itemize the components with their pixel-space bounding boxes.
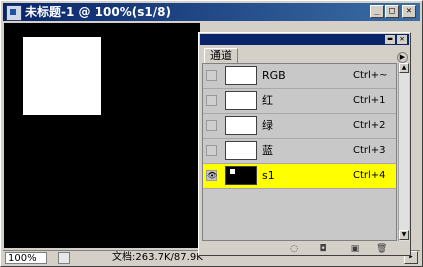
visibility-toggle[interactable] (206, 70, 217, 81)
channel-thumbnail (225, 91, 257, 110)
eye-icon[interactable]: 👁 (206, 170, 217, 181)
visibility-toggle[interactable] (206, 95, 217, 106)
visibility-toggle[interactable] (206, 120, 217, 131)
channel-thumbnail (225, 116, 257, 135)
scroll-up-arrow-icon[interactable]: ▲ (399, 63, 409, 73)
palette-title-bar[interactable]: ▬ ✕ (200, 34, 409, 45)
channel-shortcut: Ctrl+4 (353, 170, 386, 181)
image-canvas[interactable] (4, 23, 200, 248)
zoom-field[interactable]: 100% (5, 252, 47, 264)
status-info-icon[interactable] (58, 252, 70, 264)
channel-name: 绿 (262, 119, 273, 132)
palette-close-button[interactable]: ✕ (397, 35, 407, 44)
channel-list: RGB Ctrl+~ 红 Ctrl+1 绿 Ctrl+2 蓝 Ctrl+3 👁 … (202, 63, 397, 241)
channel-thumbnail (225, 141, 257, 160)
channel-thumbnail (225, 166, 257, 185)
channel-row-green[interactable]: 绿 Ctrl+2 (203, 114, 396, 139)
scroll-down-arrow-icon[interactable]: ▼ (399, 230, 409, 240)
minimize-button[interactable]: _ (370, 5, 384, 18)
app-icon (6, 5, 22, 21)
maximize-button[interactable]: □ (385, 5, 399, 18)
channel-thumbnail (225, 66, 257, 85)
channel-shortcut: Ctrl+1 (353, 95, 386, 106)
palette-menu-arrow-icon[interactable]: ▶ (397, 52, 408, 63)
document-size-info: 文档:263.7K/87.9K (112, 252, 203, 263)
close-button[interactable]: ✕ (402, 5, 416, 18)
channel-name: 红 (262, 94, 273, 107)
channels-palette: ▬ ✕ 通道 ▶ RGB Ctrl+~ 红 Ctrl+1 绿 Ctrl+2 蓝 … (198, 32, 411, 256)
tab-channels[interactable]: 通道 (204, 48, 238, 64)
white-square-shape (23, 37, 101, 115)
channel-row-red[interactable]: 红 Ctrl+1 (203, 89, 396, 114)
palette-minimize-button[interactable]: ▬ (385, 35, 395, 44)
channel-name: 蓝 (262, 144, 273, 157)
save-selection-icon[interactable]: ◘ (318, 244, 328, 254)
load-selection-icon[interactable]: ◌ (289, 244, 299, 254)
channel-name: RGB (262, 69, 286, 82)
palette-footer: ◌ ◘ ▣ 🗑 (200, 242, 409, 255)
channel-row-s1[interactable]: 👁 s1 Ctrl+4 (203, 164, 396, 189)
palette-scrollbar[interactable]: ▲ ▼ (398, 63, 409, 241)
channel-shortcut: Ctrl+2 (353, 120, 386, 131)
channel-row-rgb[interactable]: RGB Ctrl+~ (203, 64, 396, 89)
trash-icon[interactable]: 🗑 (376, 244, 387, 254)
window-title: 未标题-1 @ 100%(s1/8) (25, 5, 171, 19)
visibility-toggle[interactable] (206, 145, 217, 156)
title-bar[interactable]: 未标题-1 @ 100%(s1/8) _ □ ✕ (3, 3, 420, 21)
new-channel-icon[interactable]: ▣ (350, 244, 360, 254)
document-window: 未标题-1 @ 100%(s1/8) _ □ ✕ 100% 文档:263.7K/… (0, 0, 423, 267)
channel-shortcut: Ctrl+~ (353, 70, 388, 81)
channel-row-blue[interactable]: 蓝 Ctrl+3 (203, 139, 396, 164)
channel-shortcut: Ctrl+3 (353, 145, 386, 156)
channel-name: s1 (262, 169, 275, 182)
